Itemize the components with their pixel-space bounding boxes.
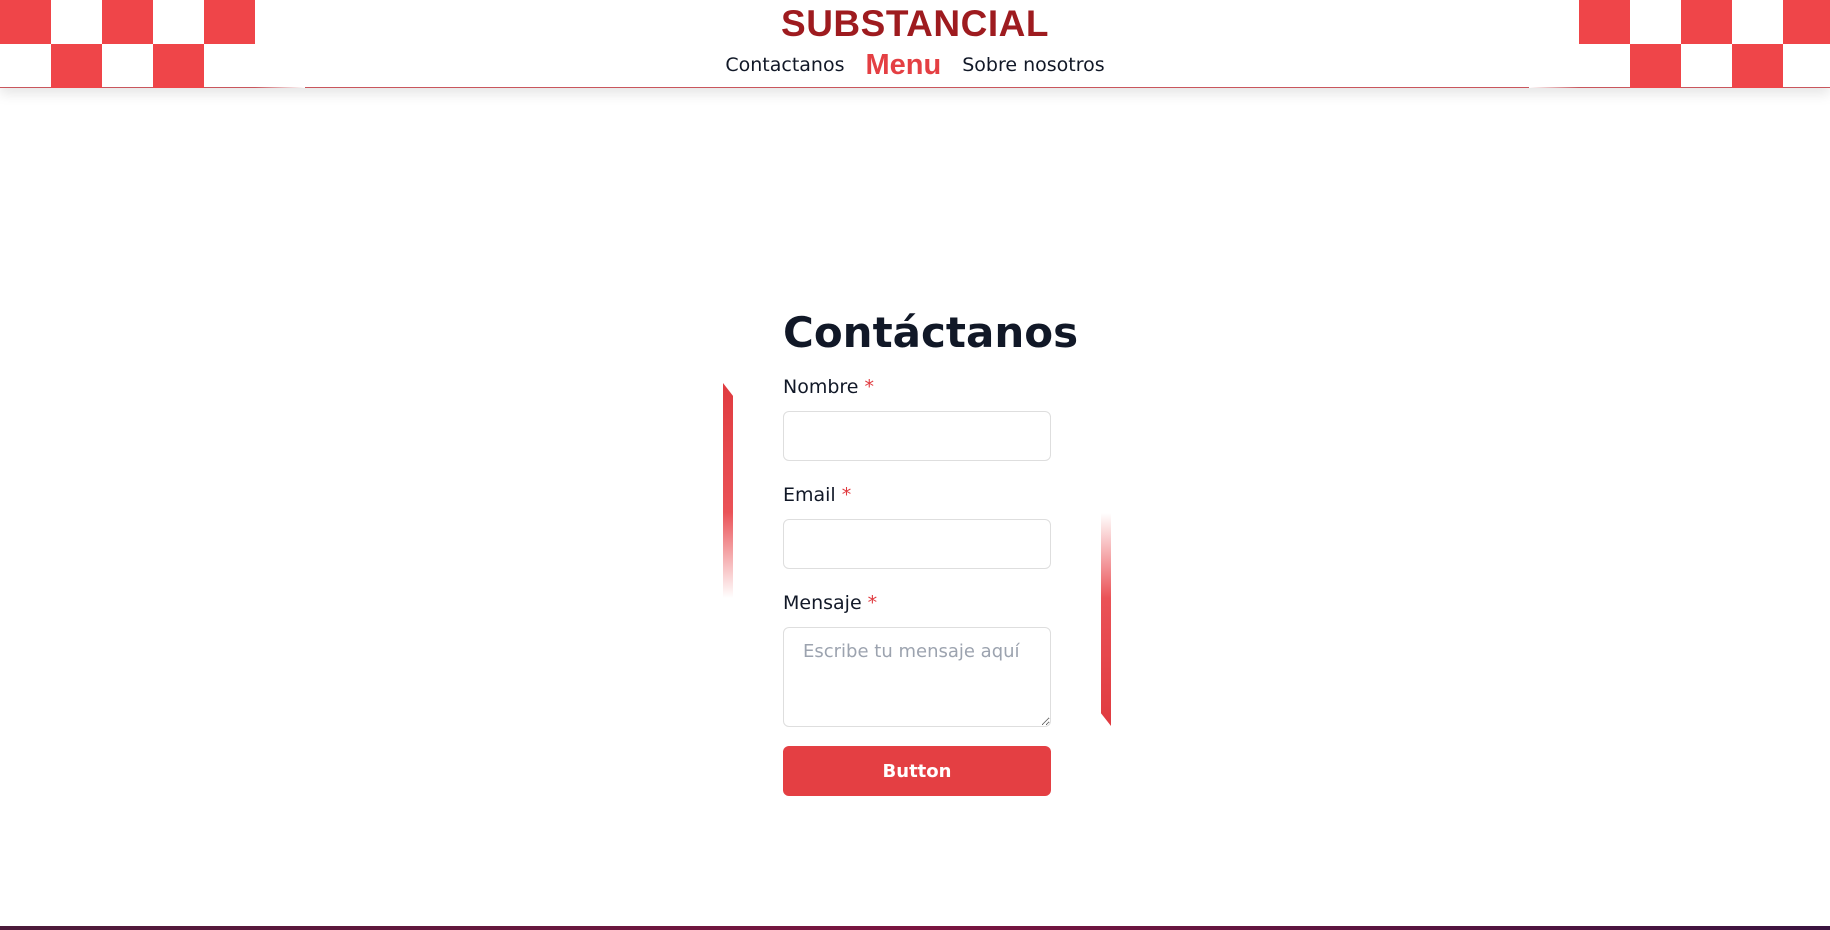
- required-mark: *: [867, 592, 878, 614]
- brand-logo[interactable]: SUBSTANCIAL: [0, 2, 1830, 46]
- required-mark: *: [864, 376, 875, 398]
- site-header: SUBSTANCIAL Contactanos Menu Sobre nosot…: [0, 0, 1830, 88]
- main-nav: Contactanos Menu Sobre nosotros: [0, 48, 1830, 82]
- submit-button[interactable]: Button: [783, 746, 1051, 796]
- message-textarea[interactable]: [783, 627, 1051, 727]
- decorative-red-bar-left: [723, 383, 733, 598]
- email-label-text: Email: [783, 484, 836, 506]
- message-label: Mensaje *: [783, 590, 1051, 616]
- name-label-text: Nombre: [783, 376, 859, 398]
- footer-edge: [0, 926, 1830, 930]
- decorative-red-bar-right: [1101, 513, 1111, 726]
- name-input[interactable]: [783, 411, 1051, 461]
- page-title: Contáctanos: [783, 308, 1079, 357]
- message-label-text: Mensaje: [783, 592, 862, 614]
- email-input[interactable]: [783, 519, 1051, 569]
- contact-form: Contáctanos Nombre* Email* Mensaje* Butt…: [783, 303, 1079, 796]
- nav-link-menu[interactable]: Menu: [865, 49, 941, 82]
- email-label: Email *: [783, 482, 1051, 508]
- required-mark: *: [841, 484, 852, 506]
- nav-link-sobre-nosotros[interactable]: Sobre nosotros: [962, 54, 1104, 76]
- nav-link-contactanos[interactable]: Contactanos: [725, 54, 844, 76]
- name-label: Nombre *: [783, 374, 1051, 400]
